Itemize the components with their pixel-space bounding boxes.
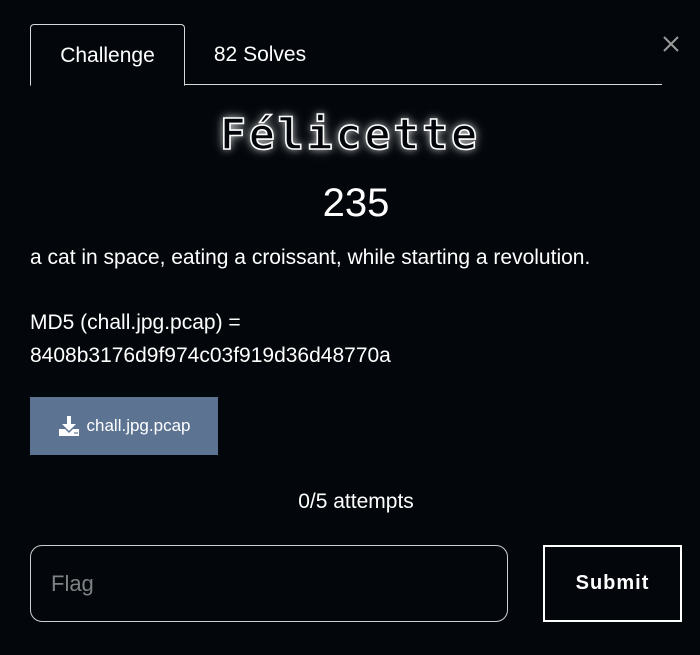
tab-bar: Challenge 82 Solves: [30, 24, 662, 86]
tab-challenge[interactable]: Challenge: [30, 24, 185, 86]
md5-hash: 8408b3176d9f974c03f919d36d48770a: [30, 344, 391, 367]
download-file-button[interactable]: chall.jpg.pcap: [30, 397, 218, 455]
close-icon: [663, 36, 679, 52]
close-button[interactable]: [660, 33, 682, 55]
challenge-points: 235: [322, 181, 390, 225]
challenge-description: a cat in space, eating a croissant, whil…: [30, 246, 591, 269]
challenge-title: Félicette: [219, 109, 480, 161]
tab-solves[interactable]: 82 Solves: [186, 24, 334, 85]
submit-button[interactable]: Submit: [543, 545, 682, 622]
challenge-modal: Challenge 82 Solves Félicette 235 a cat …: [0, 0, 700, 655]
attempts-counter: 0/5 attempts: [298, 490, 414, 513]
flag-input[interactable]: [30, 545, 508, 622]
md5-info: MD5 (chall.jpg.pcap) = 8408b3176d9f974c0…: [30, 306, 680, 372]
download-icon: [58, 416, 79, 436]
download-file-label: chall.jpg.pcap: [86, 416, 191, 435]
md5-label: MD5 (chall.jpg.pcap) =: [30, 311, 241, 334]
